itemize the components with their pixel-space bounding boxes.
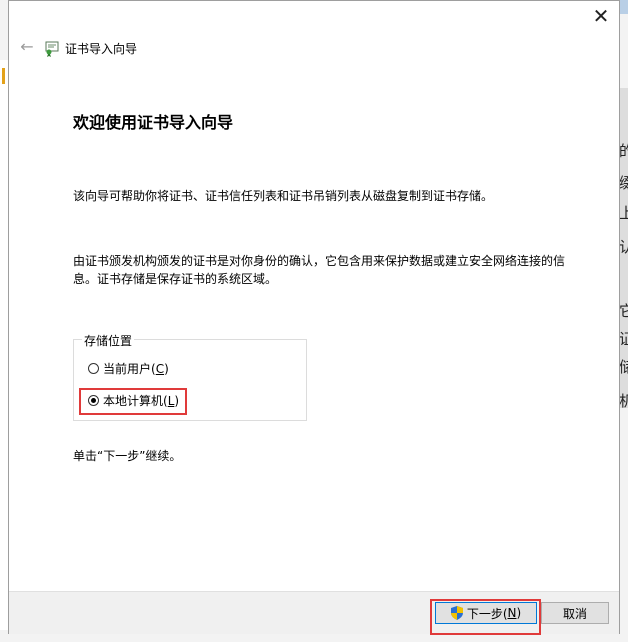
wizard-title: 证书导入向导 (65, 42, 138, 56)
close-button[interactable]: ✕ (589, 4, 613, 28)
background-text: 上 (619, 204, 628, 222)
description-text: 该向导可帮助你将证书、证书信任列表和证书吊销列表从磁盘复制到证书存储。 (73, 189, 494, 203)
background-text: 机 (619, 392, 628, 410)
description-text: 由证书颁发机构颁发的证书是对你身份的确认，它包含用来保护数据或建立安全网络连接的… (73, 254, 566, 286)
radio-current-user[interactable]: 当前用户(C) (88, 360, 169, 377)
radio-label-suffix: ) (164, 361, 169, 376)
background-text: 储 (619, 358, 628, 376)
group-legend: 存储位置 (82, 332, 135, 349)
certificate-icon (45, 41, 59, 57)
cancel-button[interactable]: 取消 (541, 602, 609, 624)
arrow-left-icon: ← (20, 37, 34, 56)
radio-mnemonic: C (155, 361, 165, 376)
close-icon: ✕ (592, 4, 610, 28)
background-text: 认 (619, 238, 628, 256)
highlight-box (430, 599, 541, 635)
certificate-import-wizard-dialog: ✕ ← 证书导入向导 欢迎使用证书导入向导 该向导可帮助你将证书、证书信任列表和… (8, 0, 620, 635)
page-heading: 欢迎使用证书导入向导 (73, 113, 234, 132)
radio-label: 当前用户( (103, 362, 156, 376)
continue-instruction: 单击“下一步”继续。 (73, 449, 182, 463)
background-tab (620, 0, 628, 14)
background-text: 它 (619, 302, 628, 320)
background-marker (2, 68, 5, 84)
background-text: 缀 (619, 174, 628, 192)
radio-button-icon (88, 363, 99, 374)
back-button[interactable]: ← (17, 37, 37, 57)
highlight-box (79, 388, 187, 415)
background-text: 证 (619, 330, 628, 348)
background-text: 的 (619, 142, 628, 160)
